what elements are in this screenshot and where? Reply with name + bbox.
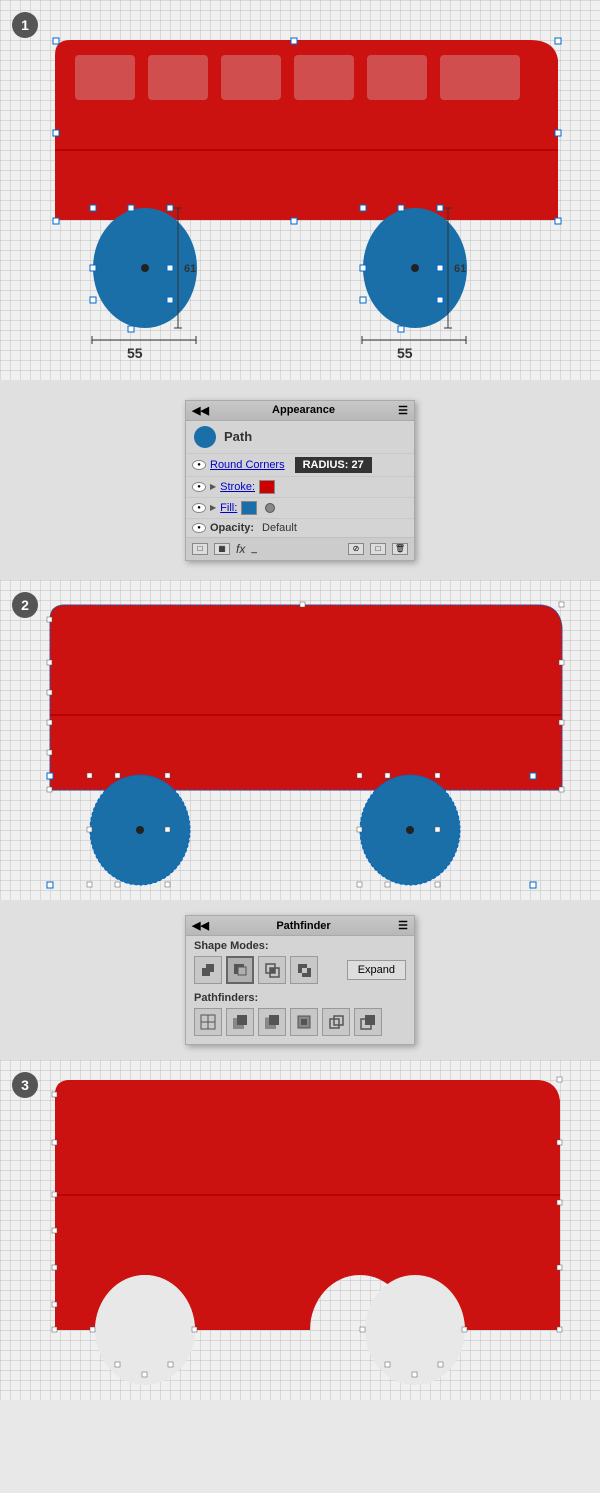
panel-header-arrows: ◀◀ xyxy=(192,404,209,417)
shape-mode-exclude[interactable] xyxy=(290,956,318,984)
pathfinder-panel-section: ◀◀ Pathfinder ☰ Shape Modes: xyxy=(0,900,600,1060)
pathfinder-panel: ◀◀ Pathfinder ☰ Shape Modes: xyxy=(185,915,415,1045)
bus-illustration-1: 61 61 55 55 xyxy=(0,0,600,380)
svg-text:61: 61 xyxy=(454,263,466,275)
pathfinder-header: ◀◀ Pathfinder ☰ xyxy=(186,916,414,936)
fill-swatch[interactable] xyxy=(241,501,257,515)
bus-illustration-3 xyxy=(0,1060,600,1400)
bus-illustration-2 xyxy=(0,580,600,900)
visibility-eye-3[interactable]: ● xyxy=(192,503,206,513)
appearance-panel-section: ◀◀ Appearance ☰ Path ● Round Corners RAD… xyxy=(0,380,600,580)
section-3: 3 xyxy=(0,1060,600,1400)
footer-icon-5[interactable]: 🗑 xyxy=(392,543,408,555)
fill-arrow: ▶ xyxy=(210,503,216,512)
footer-icon-4[interactable]: □ xyxy=(370,543,386,555)
appearance-panel: ◀◀ Appearance ☰ Path ● Round Corners RAD… xyxy=(185,400,415,561)
shape-modes-buttons: Expand xyxy=(186,954,414,988)
footer-icon-3[interactable]: ⊘ xyxy=(348,543,364,555)
footer-icon-2[interactable]: ▦ xyxy=(214,543,230,555)
pathfinder-crop[interactable] xyxy=(290,1008,318,1036)
pf-header-arrows: ◀◀ xyxy=(192,919,209,932)
stroke-arrow: ▶ xyxy=(210,482,216,491)
pathfinder-divide[interactable] xyxy=(194,1008,222,1036)
visibility-eye-4[interactable]: ● xyxy=(192,523,206,533)
pf-header-menu[interactable]: ☰ xyxy=(398,919,408,932)
panel-path-row: Path xyxy=(186,421,414,453)
panel-row-link[interactable]: Round Corners xyxy=(210,459,285,471)
pathfinders-label: Pathfinders: xyxy=(186,988,414,1006)
panel-opacity-row: ● Opacity: Default xyxy=(186,518,414,537)
radius-badge: RADIUS: 27 xyxy=(295,457,372,473)
visibility-eye-2[interactable]: ● xyxy=(192,482,206,492)
panel-header-menu[interactable]: ☰ xyxy=(398,404,408,417)
pf-title: Pathfinder xyxy=(276,920,330,932)
pathfinder-trim[interactable] xyxy=(226,1008,254,1036)
pathfinder-outline[interactable] xyxy=(322,1008,350,1036)
svg-text:55: 55 xyxy=(127,345,143,361)
shape-mode-minus-front[interactable] xyxy=(226,956,254,984)
step-badge-1: 1 xyxy=(12,12,38,38)
panel-footer: □ ▦ fx _ ⊘ □ 🗑 xyxy=(186,537,414,560)
shape-mode-intersect[interactable] xyxy=(258,956,286,984)
svg-text:61: 61 xyxy=(184,263,196,275)
section-1: 1 xyxy=(0,0,600,380)
fill-circle-target[interactable] xyxy=(265,503,275,513)
panel-header: ◀◀ Appearance ☰ xyxy=(186,401,414,421)
pathfinder-merge[interactable] xyxy=(258,1008,286,1036)
panel-round-corners-row[interactable]: ● Round Corners RADIUS: 27 xyxy=(186,453,414,476)
opacity-value: Default xyxy=(262,522,297,534)
expand-button[interactable]: Expand xyxy=(347,960,406,980)
step-badge-2: 2 xyxy=(12,592,38,618)
fill-label[interactable]: Fill: xyxy=(220,502,237,514)
panel-stroke-row[interactable]: ● ▶ Stroke: xyxy=(186,476,414,497)
opacity-label: Opacity: xyxy=(210,522,254,534)
svg-text:55: 55 xyxy=(397,345,413,361)
step-badge-3: 3 xyxy=(12,1072,38,1098)
panel-path-label: Path xyxy=(224,429,252,444)
footer-fx[interactable]: fx xyxy=(236,542,245,556)
shape-mode-unite[interactable] xyxy=(194,956,222,984)
panel-path-icon xyxy=(194,426,216,448)
pathfinders-buttons xyxy=(186,1006,414,1044)
stroke-swatch[interactable] xyxy=(259,480,275,494)
pathfinder-minus-back[interactable] xyxy=(354,1008,382,1036)
visibility-eye-1[interactable]: ● xyxy=(192,460,206,470)
section-2: 2 xyxy=(0,580,600,900)
panel-title: Appearance xyxy=(272,404,335,416)
footer-icon-1[interactable]: □ xyxy=(192,543,208,555)
stroke-label[interactable]: Stroke: xyxy=(220,481,255,493)
panel-fill-row[interactable]: ● ▶ Fill: xyxy=(186,497,414,518)
shape-modes-label: Shape Modes: xyxy=(186,936,414,954)
footer-underscore: _ xyxy=(251,543,257,554)
